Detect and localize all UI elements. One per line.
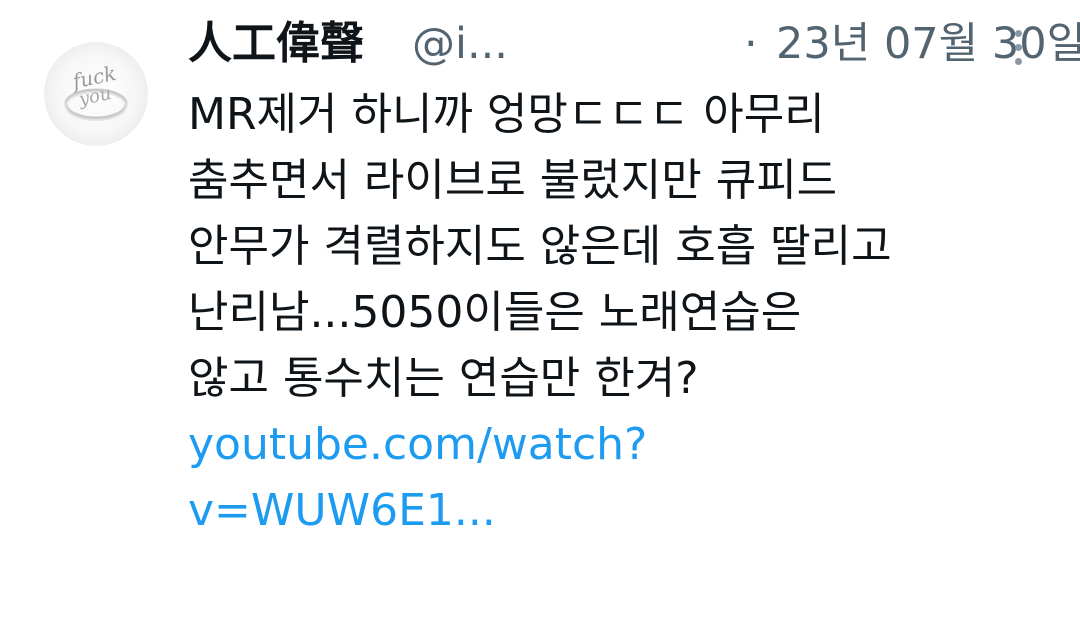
tweet-text: MR제거 하니까 엉망ㄷㄷㄷ 아무리 춤추면서 라이브로 불렀지만 큐피드 안무… <box>188 82 1048 544</box>
more-vertical-icon <box>1015 58 1022 65</box>
more-options-button[interactable] <box>998 20 1038 76</box>
ring-photo-icon: fuck you <box>44 42 148 146</box>
tweet-header: 人工偉聲 @i... · 23년 07월 30일 <box>188 12 1080 78</box>
user-handle[interactable]: @i... <box>412 14 508 74</box>
tweet-text-line: 난리남...5050이들은 노래연습은 <box>188 287 802 338</box>
display-name[interactable]: 人工偉聲 <box>188 14 364 74</box>
header-separator: · <box>744 19 758 69</box>
tweet-text-line: MR제거 하니까 엉망ㄷㄷㄷ 아무리 <box>188 89 825 140</box>
tweet-text-line: 춤추면서 라이브로 불렀지만 큐피드 <box>188 155 838 206</box>
youtube-link-line-2[interactable]: v=WUW6E1... <box>188 478 1048 544</box>
more-vertical-icon <box>1015 30 1022 37</box>
more-vertical-icon <box>1015 44 1022 51</box>
tweet-text-line: 않고 통수치는 연습만 한겨? <box>188 353 699 404</box>
tweet-text-line: 안무가 격렬하지도 않은데 호흡 딸리고 <box>188 221 892 272</box>
youtube-link-line-1[interactable]: youtube.com/watch? <box>188 412 1048 478</box>
avatar[interactable]: fuck you <box>44 42 148 146</box>
